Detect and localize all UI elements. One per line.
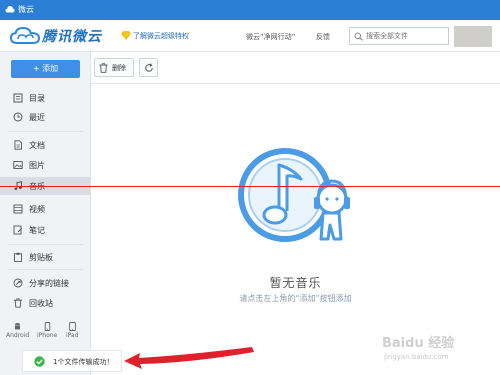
watermark: Baidu 经验 jingyan.baidu.com	[372, 328, 497, 370]
window-titlebar: 微云	[0, 0, 500, 20]
vip-privilege-link[interactable]: 了解微云超级特权	[133, 31, 189, 41]
cloud-icon	[5, 6, 15, 13]
logo-text: 腾讯微云	[42, 29, 102, 45]
sidebar-item-label: 分享的链接	[29, 279, 69, 288]
weiyun-logo-icon	[10, 27, 40, 44]
delete-button[interactable]: 删除	[94, 58, 134, 77]
sidebar-item-trash[interactable]: 回收站	[0, 294, 90, 312]
sidebar-item-documents[interactable]: 文档	[0, 136, 90, 154]
watermark-url: jingyan.baidu.com	[384, 353, 449, 361]
search-box[interactable]	[349, 27, 449, 45]
empty-state-hint: 请点击左上角的“添加”按钮添加	[239, 294, 352, 303]
sidebar-divider	[8, 244, 83, 245]
refresh-icon	[145, 63, 153, 72]
note-icon	[13, 225, 23, 235]
music-illustration-icon	[238, 148, 350, 242]
clean-net-link[interactable]: 微云“净网行动”	[246, 32, 295, 42]
image-icon	[13, 161, 23, 169]
add-button-label: 添加	[42, 64, 59, 73]
sidebar-item-label: 笔记	[29, 226, 45, 235]
device-label: Android	[6, 332, 30, 339]
trash-icon	[99, 63, 108, 73]
app-header: 腾讯微云 了解微云超级特权 微云“净网行动” 反馈	[0, 20, 500, 52]
sidebar-item-label: 回收站	[29, 299, 53, 308]
sidebar: + 添加 目录 最近 文档 图片 视频 笔记 剪贴板 分享的链接 回收站 And…	[0, 52, 91, 375]
clipboard-icon	[14, 252, 22, 262]
sidebar-item-recent[interactable]: 最近	[0, 108, 90, 126]
delete-button-label: 删除	[112, 64, 126, 72]
feedback-link[interactable]: 反馈	[316, 32, 330, 42]
device-android[interactable]: Android	[6, 322, 29, 339]
search-input[interactable]	[366, 29, 446, 43]
transfer-status-message: 1个文件传输成功！	[53, 358, 114, 366]
iphone-icon	[44, 322, 50, 331]
window-title: 微云	[18, 5, 34, 14]
toolbar: 删除	[91, 52, 500, 84]
sidebar-divider	[8, 269, 83, 270]
sidebar-item-images[interactable]: 图片	[0, 156, 90, 174]
diamond-icon	[121, 31, 131, 40]
watermark-brand: Baidu 经验	[382, 336, 455, 351]
annotation-arrow-icon	[124, 347, 254, 369]
sidebar-item-label: 文档	[29, 141, 45, 150]
add-button[interactable]: + 添加	[11, 60, 80, 78]
plus-icon: +	[32, 64, 40, 73]
video-icon	[13, 204, 23, 214]
sidebar-item-shared-links[interactable]: 分享的链接	[0, 274, 90, 292]
sidebar-item-label: 目录	[29, 94, 45, 103]
annotation-line	[0, 186, 500, 187]
sidebar-item-label: 最近	[29, 113, 45, 122]
sidebar-item-label: 视频	[29, 205, 45, 214]
refresh-button[interactable]	[139, 58, 158, 77]
directory-icon	[13, 93, 23, 103]
empty-state-title: 暂无音乐	[269, 276, 322, 290]
ipad-icon	[68, 322, 76, 331]
clock-icon	[13, 112, 23, 122]
device-label: iPad	[66, 332, 79, 339]
sidebar-item-clipboard[interactable]: 剪贴板	[0, 248, 90, 266]
document-icon	[14, 140, 22, 150]
transfer-status-bar[interactable]: 1个文件传输成功！	[22, 350, 122, 372]
sidebar-item-notes[interactable]: 笔记	[0, 221, 90, 239]
sidebar-item-label: 图片	[29, 161, 45, 170]
link-icon	[13, 278, 23, 288]
device-iphone[interactable]: iPhone	[37, 322, 57, 339]
device-label: iPhone	[37, 332, 58, 339]
device-ipad[interactable]: iPad	[66, 322, 79, 339]
sidebar-item-label: 剪贴板	[29, 253, 53, 262]
trash-icon	[14, 298, 22, 308]
android-icon	[15, 323, 21, 330]
check-circle-icon	[34, 356, 45, 367]
sidebar-item-video[interactable]: 视频	[0, 200, 90, 218]
sidebar-divider	[8, 131, 83, 132]
search-icon	[354, 32, 363, 41]
avatar[interactable]	[454, 26, 492, 47]
sidebar-item-directory[interactable]: 目录	[0, 89, 90, 107]
